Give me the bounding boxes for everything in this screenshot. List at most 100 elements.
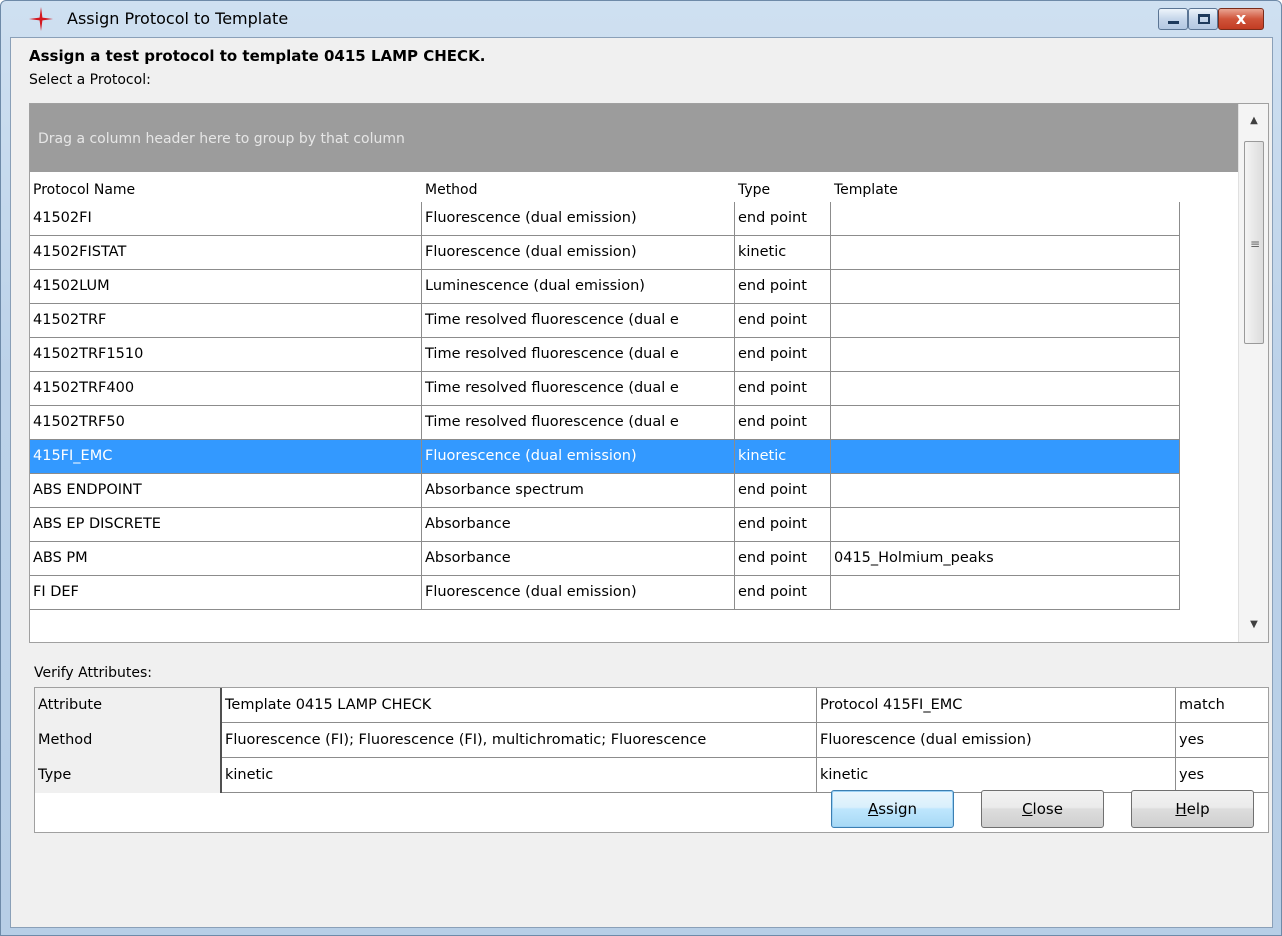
close-label: lose (1032, 800, 1063, 818)
cell-template (831, 576, 1180, 610)
cell-protocol-name: 41502TRF (30, 304, 422, 338)
dialog-heading: Assign a test protocol to template 0415 … (29, 47, 486, 65)
cell-type: end point (735, 338, 831, 372)
cell-template (831, 338, 1180, 372)
cell-template (831, 304, 1180, 338)
group-by-hint: Drag a column header here to group by th… (38, 131, 405, 147)
cell-method: Fluorescence (dual emission) (422, 576, 735, 610)
app-star-icon (29, 7, 53, 31)
table-row[interactable]: ABS EP DISCRETE Absorbance end point (30, 508, 1180, 542)
minimize-button[interactable] (1158, 8, 1188, 30)
vertical-scrollbar[interactable]: ▲ ≡ ▼ (1238, 104, 1268, 642)
table-row[interactable]: 41502TRF1510 Time resolved fluorescence (… (30, 338, 1180, 372)
scroll-up-icon[interactable]: ▲ (1239, 104, 1268, 138)
cell-method: Time resolved fluorescence (dual e (422, 338, 735, 372)
help-mnemonic: H (1175, 800, 1187, 818)
cell-method: Fluorescence (dual emission) (422, 202, 735, 236)
cell-type: end point (735, 406, 831, 440)
verify-attributes-label: Verify Attributes: (34, 665, 152, 681)
cell-template-value: kinetic (222, 758, 817, 793)
cell-template-value: Template 0415 LAMP CHECK (222, 688, 817, 723)
cell-protocol-value: Protocol 415FI_EMC (817, 688, 1176, 723)
table-row[interactable]: 41502TRF Time resolved fluorescence (dual… (30, 304, 1180, 338)
cell-attribute: Type (35, 758, 222, 793)
table-row[interactable]: 41502FI Fluorescence (dual emission) end p… (30, 202, 1180, 236)
cell-template (831, 372, 1180, 406)
maximize-button[interactable] (1188, 8, 1218, 30)
assign-mnemonic: A (867, 800, 879, 818)
cell-method: Time resolved fluorescence (dual e (422, 406, 735, 440)
table-row[interactable]: FI DEF Fluorescence (dual emission) end po… (30, 576, 1180, 610)
cell-template (831, 406, 1180, 440)
cell-method: Absorbance (422, 542, 735, 576)
cell-template-value: Fluorescence (FI); Fluorescence (FI), mu… (222, 723, 817, 758)
column-header-type[interactable]: Type (735, 178, 831, 202)
cell-protocol-name: FI DEF (30, 576, 422, 610)
cell-type: kinetic (735, 236, 831, 270)
cell-protocol-name: 41502TRF400 (30, 372, 422, 406)
cell-method: Absorbance (422, 508, 735, 542)
column-header-protocol-name[interactable]: Protocol Name (30, 178, 422, 202)
cell-protocol-name: ABS ENDPOINT (30, 474, 422, 508)
table-row[interactable]: 41502FISTAT Fluorescence (dual emission) k… (30, 236, 1180, 270)
close-button[interactable]: Close (981, 790, 1104, 828)
cell-protocol-name: 41502LUM (30, 270, 422, 304)
cell-method: Fluorescence (dual emission) (422, 236, 735, 270)
column-header-method[interactable]: Method (422, 178, 735, 202)
window-title: Assign Protocol to Template (67, 9, 289, 28)
cell-attribute: Method (35, 723, 222, 758)
cell-type: end point (735, 270, 831, 304)
scroll-down-icon[interactable]: ▼ (1239, 608, 1268, 642)
cell-match: yes (1176, 723, 1268, 758)
select-protocol-label: Select a Protocol: (29, 72, 151, 88)
protocol-grid-header: Protocol Name Method Type Template (30, 178, 1238, 202)
cell-method: Time resolved fluorescence (dual e (422, 304, 735, 338)
maximize-icon (1198, 14, 1210, 24)
cell-type: end point (735, 474, 831, 508)
table-row[interactable]: ABS PM Absorbance end point 0415_Holmium_pe… (30, 542, 1180, 576)
column-header-template[interactable]: Template (831, 178, 1180, 202)
title-bar[interactable]: Assign Protocol to Template x (1, 1, 1281, 37)
close-window-button[interactable]: x (1218, 8, 1264, 30)
table-row[interactable]: 41502TRF400 Time resolved fluorescence (d… (30, 372, 1180, 406)
cell-template (831, 508, 1180, 542)
cell-template: 0415_Holmium_peaks (831, 542, 1180, 576)
help-label: elp (1186, 800, 1210, 818)
table-row[interactable]: 41502TRF50 Time resolved fluorescence (du… (30, 406, 1180, 440)
verify-header-row: Attribute Template 0415 LAMP CHECK Protoco… (35, 688, 1268, 723)
cell-protocol-name: ABS EP DISCRETE (30, 508, 422, 542)
cell-type: end point (735, 372, 831, 406)
cell-template (831, 270, 1180, 304)
cell-type: end point (735, 576, 831, 610)
table-row[interactable]: ABS ENDPOINT Absorbance spectrum end point (30, 474, 1180, 508)
cell-protocol-name: ABS PM (30, 542, 422, 576)
verify-row: Method Fluorescence (FI); Fluorescence (F… (35, 723, 1268, 758)
cell-template (831, 202, 1180, 236)
grip-icon: ≡ (1250, 237, 1261, 251)
cell-template (831, 440, 1180, 474)
cell-protocol-name: 41502FI (30, 202, 422, 236)
cell-method: Fluorescence (dual emission) (422, 440, 735, 474)
cell-method: Luminescence (dual emission) (422, 270, 735, 304)
cell-protocol-value: Fluorescence (dual emission) (817, 723, 1176, 758)
cell-type: end point (735, 508, 831, 542)
verify-row: Type kinetic kinetic yes (35, 758, 1268, 793)
assign-button[interactable]: Assign (831, 790, 954, 828)
cell-method: Time resolved fluorescence (dual e (422, 372, 735, 406)
cell-template (831, 236, 1180, 270)
cell-attribute: Attribute (35, 688, 222, 723)
cell-protocol-value: kinetic (817, 758, 1176, 793)
cell-method: Absorbance spectrum (422, 474, 735, 508)
cell-protocol-name: 41502FISTAT (30, 236, 422, 270)
table-row[interactable]: 41502LUM Luminescence (dual emission) end … (30, 270, 1180, 304)
table-row[interactable]: 415FI_EMC Fluorescence (dual emission) kin… (30, 440, 1180, 474)
help-button[interactable]: Help (1131, 790, 1254, 828)
cell-type: end point (735, 542, 831, 576)
close-mnemonic: C (1022, 800, 1033, 818)
group-by-panel[interactable]: Drag a column header here to group by th… (30, 104, 1238, 172)
close-icon: x (1235, 9, 1247, 28)
cell-template (831, 474, 1180, 508)
scroll-thumb[interactable]: ≡ (1244, 141, 1264, 344)
cell-match: yes (1176, 758, 1268, 793)
cell-type: end point (735, 202, 831, 236)
